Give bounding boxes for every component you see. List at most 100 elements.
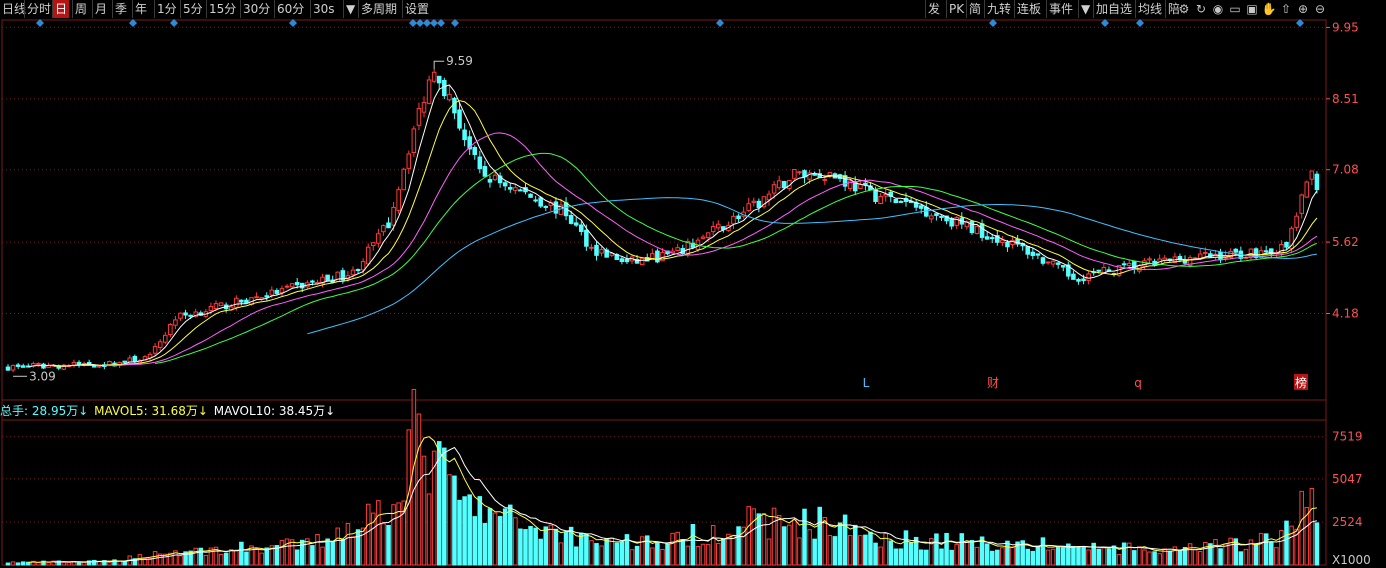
volume-bar bbox=[1309, 488, 1315, 566]
candle-body bbox=[1314, 173, 1320, 191]
volume-bar bbox=[705, 544, 711, 566]
volume-bar bbox=[239, 541, 244, 566]
volume-bar bbox=[680, 538, 686, 566]
candle-body bbox=[264, 295, 270, 298]
refresh-icon[interactable]: ↻ bbox=[1193, 1, 1209, 17]
tool-4[interactable]: 连板 bbox=[1014, 0, 1043, 18]
volume-bar bbox=[528, 526, 533, 566]
tool-6[interactable]: ▼ bbox=[1078, 0, 1092, 18]
period-7[interactable]: 1分 bbox=[154, 0, 179, 18]
kline-chart[interactable]: 9.95 8.51 7.08 5.62 4.18 7519 5047 2524 X1000 9.5… bbox=[0, 0, 1386, 568]
tool-2[interactable]: 简 bbox=[966, 0, 983, 18]
volume-bar bbox=[781, 526, 787, 566]
volume-bar bbox=[918, 549, 924, 566]
candle-body bbox=[1086, 273, 1091, 281]
tool-8[interactable]: 均线 bbox=[1135, 0, 1164, 18]
volume-bar bbox=[1076, 546, 1081, 566]
volume-bar bbox=[543, 526, 549, 566]
volume-bar bbox=[467, 494, 472, 566]
volume-bar bbox=[604, 538, 609, 566]
candle-body bbox=[756, 200, 762, 208]
volume-bar bbox=[1213, 539, 1218, 566]
tool-7[interactable]: 加自选 bbox=[1093, 0, 1134, 18]
candle-body bbox=[244, 299, 249, 304]
calendar-icon[interactable]: ▣ bbox=[1244, 1, 1260, 17]
candle-body bbox=[239, 299, 244, 303]
volume-bar bbox=[1121, 542, 1127, 566]
volume-bar bbox=[1060, 547, 1066, 566]
volume-bar bbox=[599, 545, 604, 566]
candle-body bbox=[797, 171, 802, 174]
candle-body bbox=[802, 170, 807, 178]
zoom-in-icon[interactable]: ⊕ bbox=[1295, 1, 1311, 17]
candle-body bbox=[1101, 266, 1107, 274]
volume-bar bbox=[665, 544, 670, 566]
period-12[interactable]: 30s bbox=[310, 0, 337, 18]
volume-bar bbox=[426, 493, 432, 566]
volume-bar bbox=[807, 529, 812, 566]
volume-bar bbox=[832, 536, 838, 566]
period-5[interactable]: 季 bbox=[112, 0, 129, 18]
candle-body bbox=[954, 217, 959, 226]
volume-tick-label: X1000 bbox=[1332, 553, 1371, 567]
candle-body bbox=[396, 189, 401, 211]
volume-bar bbox=[1147, 551, 1152, 566]
candle-body bbox=[1025, 246, 1031, 255]
volume-bar bbox=[924, 549, 929, 566]
volume-bar bbox=[700, 543, 706, 566]
candle-body bbox=[279, 288, 285, 294]
candle-body bbox=[132, 355, 138, 363]
candle-body bbox=[594, 244, 599, 256]
tool-1[interactable]: PK bbox=[946, 0, 966, 18]
volume-bar bbox=[1096, 548, 1102, 566]
period-1[interactable]: 分时 bbox=[24, 0, 53, 18]
volume-bar bbox=[852, 524, 858, 566]
settings-icon[interactable]: ⚙ bbox=[1176, 1, 1192, 17]
tool-0[interactable]: 发 bbox=[925, 0, 942, 18]
eye-icon[interactable]: ◉ bbox=[1210, 1, 1226, 17]
window-icon[interactable]: ▭ bbox=[1227, 1, 1243, 17]
export-icon[interactable]: ⇧ bbox=[1278, 1, 1294, 17]
candle-body bbox=[1060, 265, 1066, 268]
period-2[interactable]: 日 bbox=[52, 0, 70, 18]
volume-bar bbox=[989, 550, 995, 566]
volume-bar bbox=[609, 537, 615, 566]
period-9[interactable]: 15分 bbox=[206, 0, 238, 18]
period-13[interactable]: ▼ bbox=[343, 0, 357, 18]
candle-body bbox=[462, 129, 467, 141]
candle-body bbox=[584, 229, 589, 247]
candle-body bbox=[929, 215, 934, 220]
candle-body bbox=[457, 109, 462, 129]
hand-icon[interactable]: ✋ bbox=[1261, 1, 1277, 17]
candle-body bbox=[127, 357, 133, 363]
period-6[interactable]: 年 bbox=[132, 0, 149, 18]
candle-body bbox=[543, 205, 549, 208]
volume-bar bbox=[893, 548, 899, 566]
candle-body bbox=[10, 364, 16, 371]
volume-bar bbox=[558, 542, 564, 566]
candle-body bbox=[406, 153, 412, 169]
volume-bar bbox=[1253, 543, 1259, 566]
period-4[interactable]: 月 bbox=[92, 0, 109, 18]
tool-3[interactable]: 九转 bbox=[984, 0, 1013, 18]
candle-body bbox=[528, 193, 533, 198]
volume-bar bbox=[462, 496, 467, 566]
period-14[interactable]: 多周期 bbox=[358, 0, 399, 18]
volume-bar bbox=[634, 545, 640, 566]
candle-body bbox=[391, 206, 396, 226]
candle-body bbox=[1121, 263, 1127, 266]
volume-bar bbox=[969, 539, 975, 566]
candle-body bbox=[1055, 262, 1061, 265]
tool-5[interactable]: 事件 bbox=[1046, 0, 1075, 18]
volume-bar bbox=[228, 549, 234, 566]
volume-bar bbox=[1005, 540, 1010, 566]
zoom-out-icon[interactable]: ⊖ bbox=[1312, 1, 1328, 17]
candle-body bbox=[294, 281, 300, 286]
candle-body bbox=[822, 178, 828, 181]
period-10[interactable]: 30分 bbox=[240, 0, 272, 18]
volume-bar bbox=[1111, 545, 1117, 566]
period-8[interactable]: 5分 bbox=[180, 0, 205, 18]
period-15[interactable]: 设置 bbox=[402, 0, 431, 18]
period-11[interactable]: 60分 bbox=[274, 0, 306, 18]
period-3[interactable]: 周 bbox=[72, 0, 89, 18]
